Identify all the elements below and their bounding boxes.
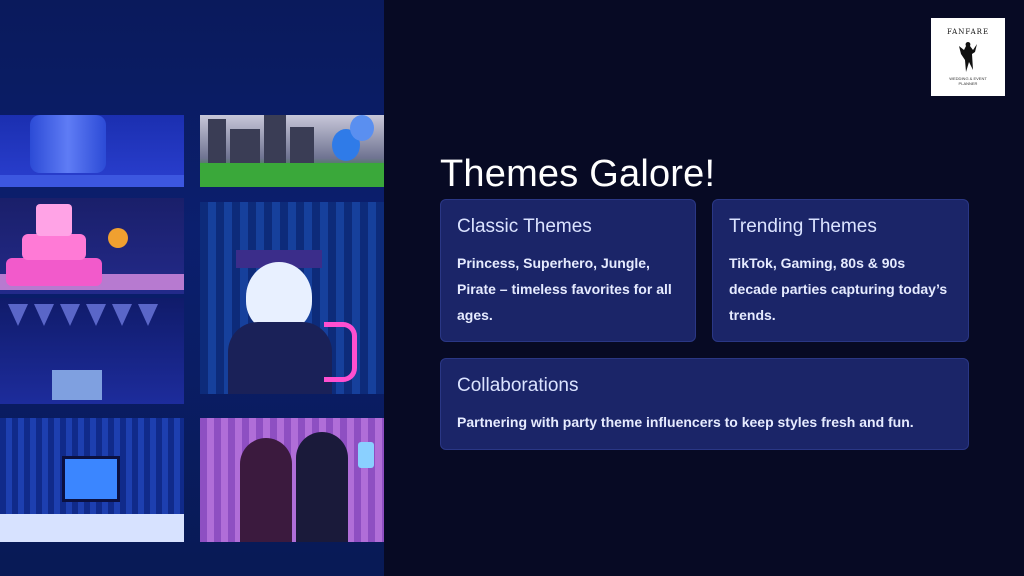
card-body: Partnering with party theme influencers … — [457, 414, 914, 430]
collage-photo-gaming-setup — [0, 418, 184, 542]
card-collaborations: Collaborations Partnering with party the… — [440, 358, 969, 450]
building — [290, 127, 314, 163]
drum-prop — [30, 115, 106, 173]
stage-floor — [0, 175, 184, 187]
pennant — [112, 304, 132, 326]
balloon — [350, 115, 374, 141]
card-classic-themes: Classic Themes Princess, Superhero, Jung… — [440, 199, 696, 342]
desk — [0, 514, 184, 542]
phone — [358, 442, 374, 468]
monitor — [62, 456, 120, 502]
card-title: Trending Themes — [729, 216, 877, 237]
card-title: Collaborations — [457, 375, 579, 396]
person — [296, 432, 348, 542]
collage-photo-city-balloons — [200, 115, 384, 187]
pennant — [86, 304, 106, 326]
pennant — [34, 304, 54, 326]
collage-photo-couple-selfie — [200, 418, 384, 542]
building — [264, 115, 286, 163]
party-sign — [52, 370, 102, 400]
page-title: Themes Galore! — [440, 153, 716, 196]
ornament — [108, 228, 128, 248]
collage-photo-princess-cake — [0, 198, 184, 294]
angel-figure-icon — [959, 42, 977, 72]
card-title: Classic Themes — [457, 216, 592, 237]
card-body: Princess, Superhero, Jungle, Pirate – ti… — [457, 255, 672, 323]
company-logo: FANFARE WEDDING & EVENT PLANNER — [931, 18, 1005, 96]
card-trending-themes: Trending Themes TikTok, Gaming, 80s & 90… — [712, 199, 969, 342]
hedge — [200, 163, 384, 187]
pennant — [8, 304, 28, 326]
collage-photo-pennant-banner — [0, 298, 184, 404]
person — [240, 438, 292, 542]
photo-collage — [0, 0, 384, 576]
pennant — [138, 304, 158, 326]
building — [230, 129, 260, 163]
cake-tier — [6, 258, 102, 286]
cake-castle — [36, 204, 72, 236]
costume-suit — [228, 322, 332, 394]
neon-sign-icon — [324, 322, 357, 382]
card-body: TikTok, Gaming, 80s & 90s decade parties… — [729, 255, 948, 323]
collage-photo-skull-costume — [200, 202, 384, 394]
collage-photo-drum-stage — [0, 115, 184, 187]
building — [208, 119, 226, 163]
logo-name: FANFARE — [946, 28, 990, 36]
pennant — [60, 304, 80, 326]
cake-tier — [22, 234, 86, 260]
logo-subtitle: PLANNER — [958, 81, 978, 86]
